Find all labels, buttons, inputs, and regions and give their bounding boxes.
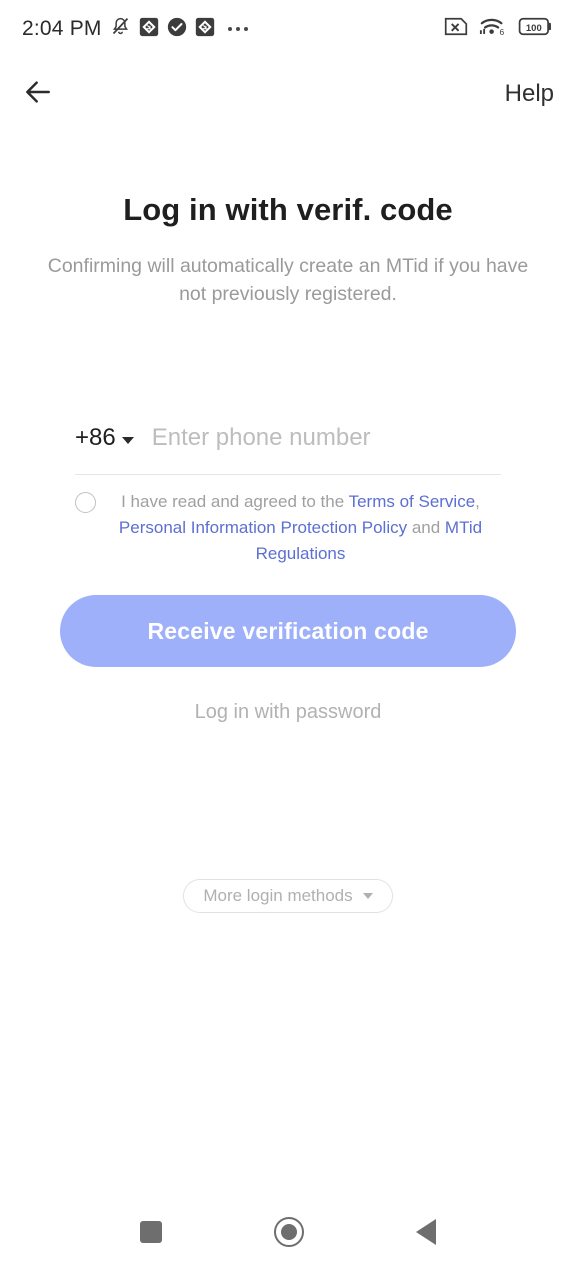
recents-square-icon[interactable] [140, 1221, 162, 1243]
phone-number-input[interactable] [151, 424, 501, 452]
battery-level-text: 100 [526, 23, 542, 34]
phone-field-divider [75, 474, 501, 475]
phone-screen: 2:04 PM 6 100 Help Log in with verif. co… [0, 0, 576, 1280]
agreement-sep-1: , [475, 492, 480, 511]
country-code-value: +86 [75, 424, 116, 451]
agreement-row: I have read and agreed to the Terms of S… [0, 489, 576, 567]
phone-row: +86 [75, 424, 501, 452]
main-content: Log in with verif. code Confirming will … [0, 130, 576, 913]
help-button[interactable]: Help [505, 80, 554, 108]
app-bar: Help [0, 58, 576, 130]
home-circle-icon[interactable] [274, 1217, 304, 1247]
more-methods-wrap: More login methods [0, 879, 576, 913]
agreement-sep-2: and [407, 518, 445, 537]
terms-of-service-link[interactable]: Terms of Service [349, 492, 476, 511]
page-title: Log in with verif. code [123, 192, 453, 227]
login-with-password-link[interactable]: Log in with password [0, 701, 576, 724]
app-badge-icon [139, 17, 159, 42]
status-bar-left: 2:04 PM [22, 16, 248, 42]
status-time: 2:04 PM [22, 17, 102, 40]
page-subtitle: Confirming will automatically create an … [47, 255, 529, 305]
wifi-icon: 6 [479, 16, 507, 42]
status-bar: 2:04 PM 6 100 [0, 0, 576, 58]
receive-verification-code-button[interactable]: Receive verification code [60, 595, 516, 667]
back-arrow-icon[interactable] [22, 76, 54, 113]
check-circle-icon [167, 17, 187, 42]
app-badge-icon [195, 17, 215, 42]
agreement-checkbox[interactable] [75, 492, 96, 513]
phone-field-group: +86 [0, 424, 576, 475]
status-bar-right: 6 100 [444, 16, 554, 42]
back-triangle-icon[interactable] [416, 1219, 436, 1245]
svg-text:6: 6 [500, 27, 505, 37]
sim-disabled-icon [444, 17, 468, 41]
chevron-down-icon [362, 893, 373, 899]
overflow-dots-icon [227, 27, 248, 31]
privacy-policy-link[interactable]: Personal Information Protection Policy [119, 518, 407, 537]
country-code-selector[interactable]: +86 [75, 424, 134, 452]
bell-muted-icon [110, 16, 131, 42]
battery-icon: 100 [518, 17, 554, 41]
agreement-prefix: I have read and agreed to the [121, 492, 349, 511]
more-login-methods-label: More login methods [203, 886, 353, 905]
agreement-text: I have read and agreed to the Terms of S… [100, 489, 501, 567]
more-login-methods-button[interactable]: More login methods [183, 879, 393, 913]
chevron-down-icon [121, 436, 134, 444]
system-nav-bar [0, 1184, 576, 1280]
